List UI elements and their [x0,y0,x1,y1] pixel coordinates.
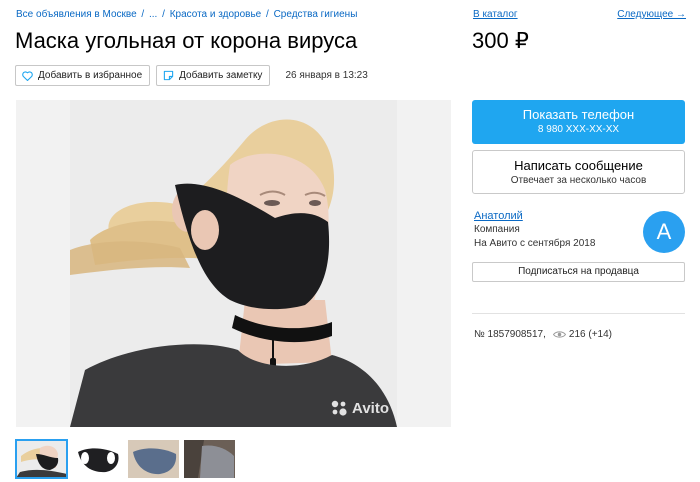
phone-number: 8 980 XXX-XX-XX [537,124,620,135]
item-number: № 1857908517, [474,329,546,340]
thumbnail-1[interactable] [15,439,68,479]
product-photo [70,100,397,427]
divider [472,313,685,314]
thumbnail-3[interactable] [128,440,179,478]
show-phone-button[interactable]: Показать телефон 8 980 XXX-XX-XX [472,100,685,144]
avito-logo-icon [331,400,347,416]
main-photo-viewer[interactable]: Avito [16,100,451,427]
breadcrumb-separator: / [263,9,272,20]
add-note-label: Добавить заметку [179,70,263,81]
item-meta: № 1857908517, 216 (+14) [474,329,612,340]
page-title: Маска угольная от корона вируса [15,28,358,53]
breadcrumb-item-ellipsis[interactable]: ... [149,9,157,20]
watermark-text: Avito [352,399,389,417]
eye-icon [552,331,566,338]
add-to-favorites-button[interactable]: Добавить в избранное [15,65,151,86]
breadcrumb-item-hygiene[interactable]: Средства гигиены [274,9,358,20]
thumbnail-2[interactable] [72,440,123,478]
seller-name-link[interactable]: Анатолий [474,210,523,222]
subscribe-seller-button[interactable]: Подписаться на продавца [472,262,685,282]
thumbnail-woman-image [16,440,67,478]
heart-icon [22,70,33,81]
seller-type: Компания [474,224,520,235]
thumbnail-mask-closeup-image [184,440,235,478]
breadcrumb-separator: / [159,9,168,20]
thumbnail-blue-mask-image [128,440,179,478]
breadcrumb: Все объявления в Москве / ... / Красота … [16,9,357,20]
views-counter: 216 (+14) [552,329,612,340]
price: 300 ₽ [472,28,529,53]
breadcrumb-item-beauty[interactable]: Красота и здоровье [170,9,262,20]
woman-wearing-mask-image [70,100,397,427]
action-toolbar: Добавить в избранное Добавить заметку 26… [15,65,368,86]
note-icon [163,70,174,81]
views-count: 216 (+14) [568,329,612,340]
thumbnail-black-mask-image [72,440,123,478]
avatar[interactable]: A [643,211,685,253]
next-ad-link[interactable]: Следующее → [617,9,686,20]
write-message-button[interactable]: Написать сообщение Отвечает за несколько… [472,150,685,194]
response-time: Отвечает за несколько часов [510,175,647,186]
breadcrumb-separator: / [138,9,147,20]
add-note-button[interactable]: Добавить заметку [156,65,271,86]
show-phone-label: Показать телефон [522,107,635,122]
add-to-favorites-label: Добавить в избранное [38,70,143,81]
seller-since: На Авито с сентября 2018 [474,238,596,249]
breadcrumb-item-all[interactable]: Все объявления в Москве [16,9,137,20]
thumbnail-4[interactable] [184,440,235,478]
write-message-label: Написать сообщение [514,158,643,173]
thumbnail-strip [15,439,235,479]
catalog-link[interactable]: В каталог [473,9,518,20]
post-timestamp: 26 января в 13:23 [285,70,368,81]
avito-watermark: Avito [330,399,389,417]
